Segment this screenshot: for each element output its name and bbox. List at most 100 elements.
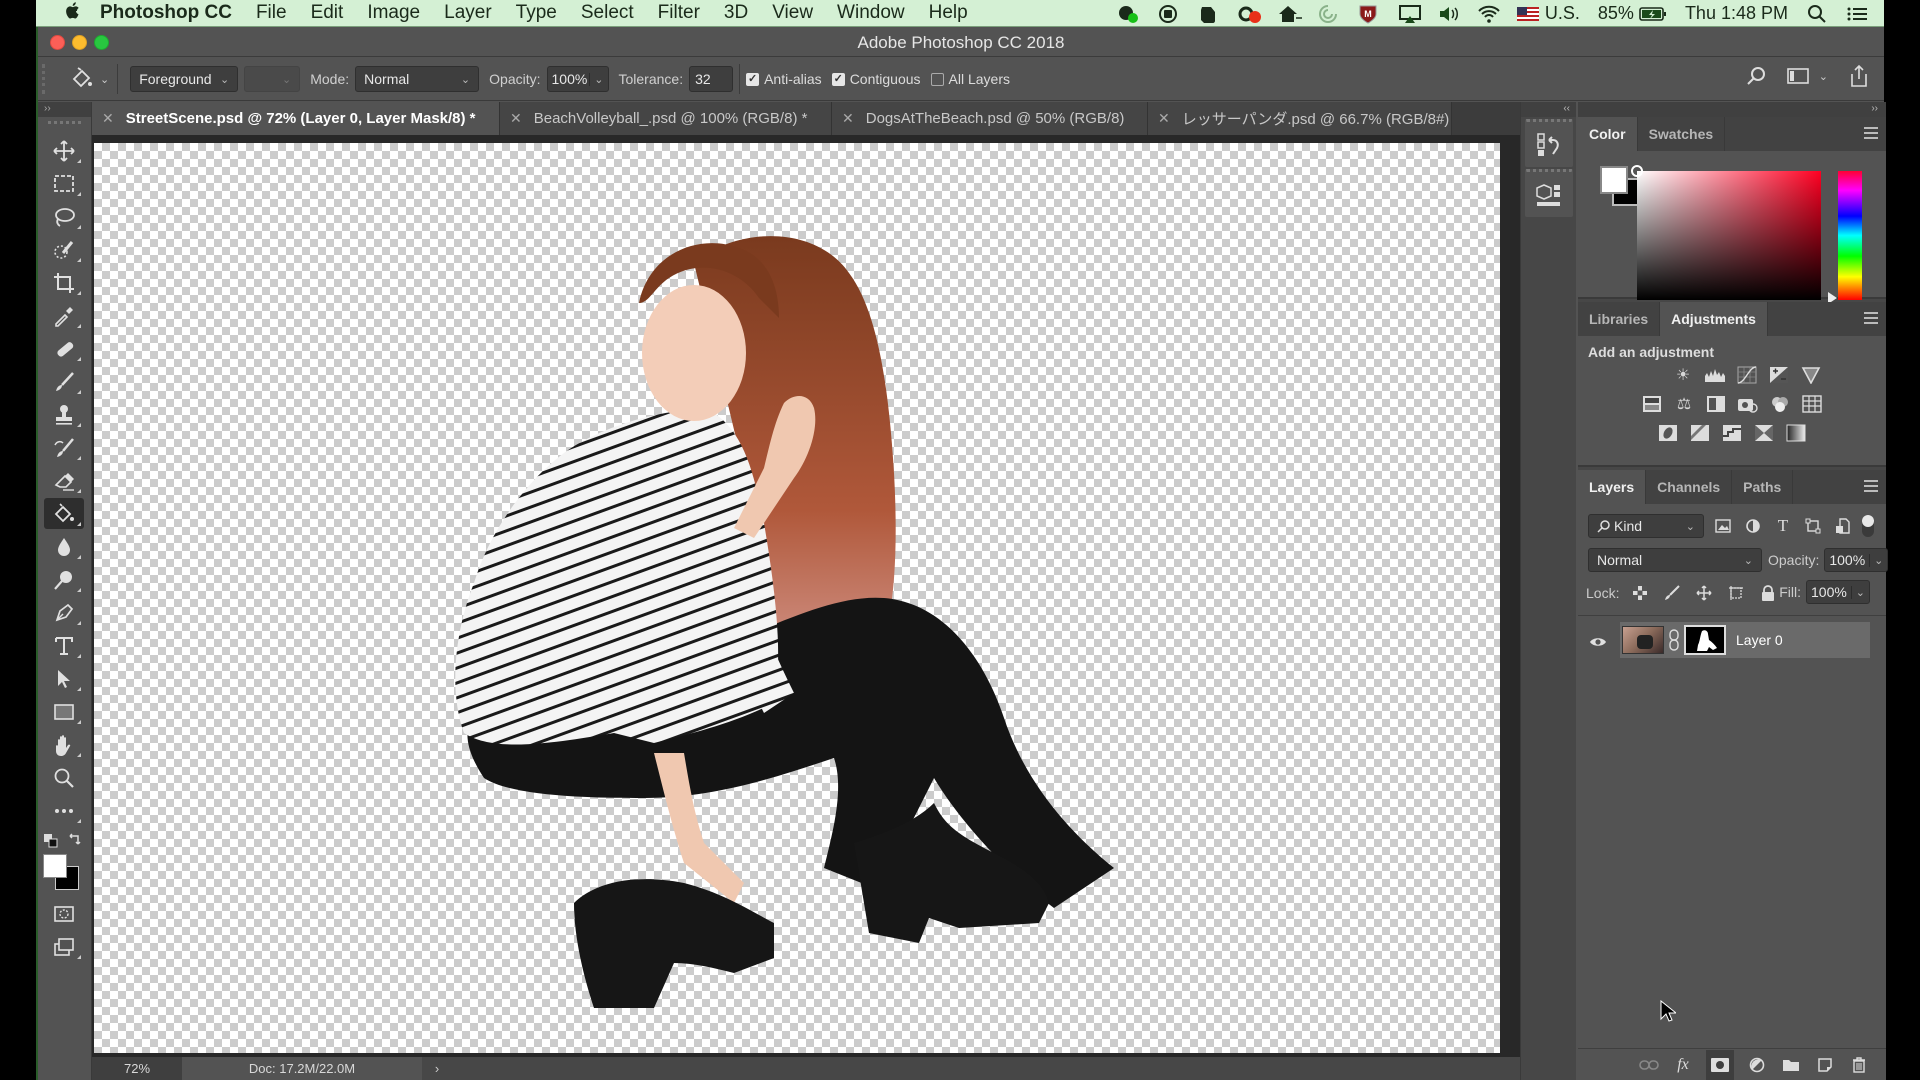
- brightness-contrast-icon[interactable]: ☀: [1672, 366, 1694, 384]
- screen-mode-button[interactable]: [44, 931, 84, 962]
- move-tool[interactable]: [44, 135, 84, 166]
- filter-adjustment-icon[interactable]: [1742, 515, 1764, 537]
- tab-streetscene[interactable]: ✕ StreetScene.psd @ 72% (Layer 0, Layer …: [92, 102, 500, 135]
- threshold-icon[interactable]: [1721, 424, 1743, 442]
- link-layers-icon[interactable]: [1638, 1054, 1660, 1076]
- menu-help[interactable]: Help: [929, 2, 968, 24]
- menu-type[interactable]: Type: [516, 2, 557, 24]
- tab-layers[interactable]: Layers: [1578, 470, 1647, 504]
- chevron-down-icon[interactable]: ⌄: [1869, 553, 1883, 567]
- 3d-panel-button[interactable]: [1525, 169, 1573, 217]
- brush-tool[interactable]: [44, 366, 84, 397]
- history-panel-button[interactable]: [1525, 119, 1573, 167]
- all-layers-checkbox[interactable]: [930, 72, 944, 86]
- tab-adjustments[interactable]: Adjustments: [1660, 302, 1768, 336]
- layer-mask-thumbnail[interactable]: [1684, 625, 1726, 655]
- hand-tool[interactable]: [44, 729, 84, 760]
- levels-icon[interactable]: [1704, 366, 1726, 384]
- layer-row-layer-0[interactable]: Layer 0: [1620, 622, 1870, 658]
- spotlight-search-icon[interactable]: [1806, 4, 1828, 24]
- wifi-icon[interactable]: [1477, 4, 1500, 24]
- paint-bucket-tool[interactable]: [44, 498, 84, 529]
- chat-status-icon[interactable]: [1117, 4, 1139, 24]
- clone-stamp-tool[interactable]: [44, 399, 84, 430]
- blend-mode-dropdown[interactable]: Normal ⌄: [1588, 548, 1762, 572]
- fx-icon[interactable]: fx: [1672, 1054, 1694, 1076]
- invert-icon[interactable]: [1657, 424, 1679, 442]
- tab-lesser-panda[interactable]: ✕ レッサーパンダ.psd @ 66.7% (RGB/8#): [1148, 102, 1452, 135]
- menu-window[interactable]: Window: [837, 2, 905, 24]
- quick-selection-tool[interactable]: [44, 234, 84, 265]
- battery-status[interactable]: 85%: [1598, 3, 1667, 24]
- color-balance-icon[interactable]: ⚖: [1673, 395, 1695, 413]
- lock-transparent-pixels-icon[interactable]: [1629, 582, 1651, 604]
- new-layer-icon[interactable]: [1814, 1054, 1836, 1076]
- gradient-map-icon[interactable]: [1785, 424, 1807, 442]
- search-icon[interactable]: [1745, 65, 1767, 87]
- zoom-tool[interactable]: [44, 762, 84, 793]
- color-picker-cursor[interactable]: [1631, 165, 1643, 177]
- healing-brush-tool[interactable]: [44, 333, 84, 364]
- input-source[interactable]: U.S.: [1516, 3, 1580, 24]
- tab-channels[interactable]: Channels: [1646, 470, 1733, 504]
- expand-panels-button[interactable]: ‹‹: [1521, 102, 1576, 117]
- panel-menu-icon[interactable]: [1864, 480, 1878, 492]
- posterize-icon[interactable]: [1689, 424, 1711, 442]
- chevron-down-icon[interactable]: ⌄: [1850, 585, 1865, 599]
- curves-icon[interactable]: [1736, 366, 1758, 384]
- tolerance-input[interactable]: 32: [689, 66, 734, 92]
- quick-mask-button[interactable]: [44, 898, 84, 929]
- evernote-icon[interactable]: [1197, 4, 1219, 24]
- lock-all-icon[interactable]: [1757, 582, 1779, 604]
- workspace-switcher[interactable]: ⌄: [1786, 66, 1828, 86]
- opacity-dropdown-toggle[interactable]: ⌄: [589, 72, 604, 86]
- panel-menu-icon[interactable]: [1864, 312, 1878, 324]
- filter-smart-object-icon[interactable]: [1832, 515, 1854, 537]
- menu-filter[interactable]: Filter: [658, 2, 700, 24]
- volume-icon[interactable]: [1437, 4, 1459, 24]
- type-tool[interactable]: [44, 630, 84, 661]
- record-icon[interactable]: [1157, 4, 1179, 24]
- tab-libraries[interactable]: Libraries: [1578, 302, 1661, 336]
- tab-color[interactable]: Color: [1578, 117, 1638, 151]
- group-folder-icon[interactable]: [1780, 1054, 1802, 1076]
- status-menu-arrow[interactable]: ›: [422, 1061, 452, 1076]
- dodge-tool[interactable]: [44, 564, 84, 595]
- hue-saturation-icon[interactable]: [1641, 395, 1663, 413]
- selective-color-icon[interactable]: [1753, 424, 1775, 442]
- lock-image-pixels-icon[interactable]: [1661, 582, 1683, 604]
- lock-artboard-icon[interactable]: [1725, 582, 1747, 604]
- pattern-picker[interactable]: ⌄: [244, 66, 301, 92]
- mode-dropdown[interactable]: Normal ⌄: [355, 66, 480, 92]
- marquee-tool[interactable]: [44, 168, 84, 199]
- tab-dogsatthebeach[interactable]: ✕ DogsAtTheBeach.psd @ 50% (RGB/8): [832, 102, 1148, 135]
- rectangle-tool[interactable]: [44, 696, 84, 727]
- menu-edit[interactable]: Edit: [311, 2, 344, 24]
- vibrance-icon[interactable]: [1800, 366, 1822, 384]
- anti-alias-checkbox[interactable]: ✓: [746, 72, 760, 86]
- apple-menu-icon[interactable]: [54, 1, 90, 26]
- zoom-level[interactable]: 72%: [92, 1057, 182, 1080]
- add-mask-icon[interactable]: [1706, 1049, 1734, 1080]
- menu-view[interactable]: View: [772, 2, 813, 24]
- close-tab-icon[interactable]: ✕: [510, 110, 522, 127]
- color-lookup-icon[interactable]: [1801, 395, 1823, 413]
- exposure-icon[interactable]: [1768, 366, 1790, 384]
- menu-select[interactable]: Select: [581, 2, 634, 24]
- fill-source-dropdown[interactable]: Foreground ⌄: [130, 66, 239, 92]
- filter-kind-dropdown[interactable]: Kind ⌄: [1588, 514, 1704, 538]
- menu-3d[interactable]: 3D: [724, 2, 748, 24]
- filter-shape-icon[interactable]: [1802, 515, 1824, 537]
- tool-preset-picker[interactable]: ⌄: [70, 67, 109, 91]
- mask-link-icon[interactable]: [1667, 629, 1681, 651]
- airplay-icon[interactable]: [1397, 4, 1421, 24]
- canvas[interactable]: [94, 143, 1500, 1053]
- history-brush-tool[interactable]: [44, 432, 84, 463]
- crop-tool[interactable]: [44, 267, 84, 298]
- path-selection-tool[interactable]: [44, 663, 84, 694]
- eyedropper-tool[interactable]: [44, 300, 84, 331]
- close-tab-icon[interactable]: ✕: [842, 110, 854, 127]
- creative-cloud-icon[interactable]: [1237, 4, 1261, 24]
- eraser-tool[interactable]: [44, 465, 84, 496]
- swap-colors-icon[interactable]: [68, 832, 82, 846]
